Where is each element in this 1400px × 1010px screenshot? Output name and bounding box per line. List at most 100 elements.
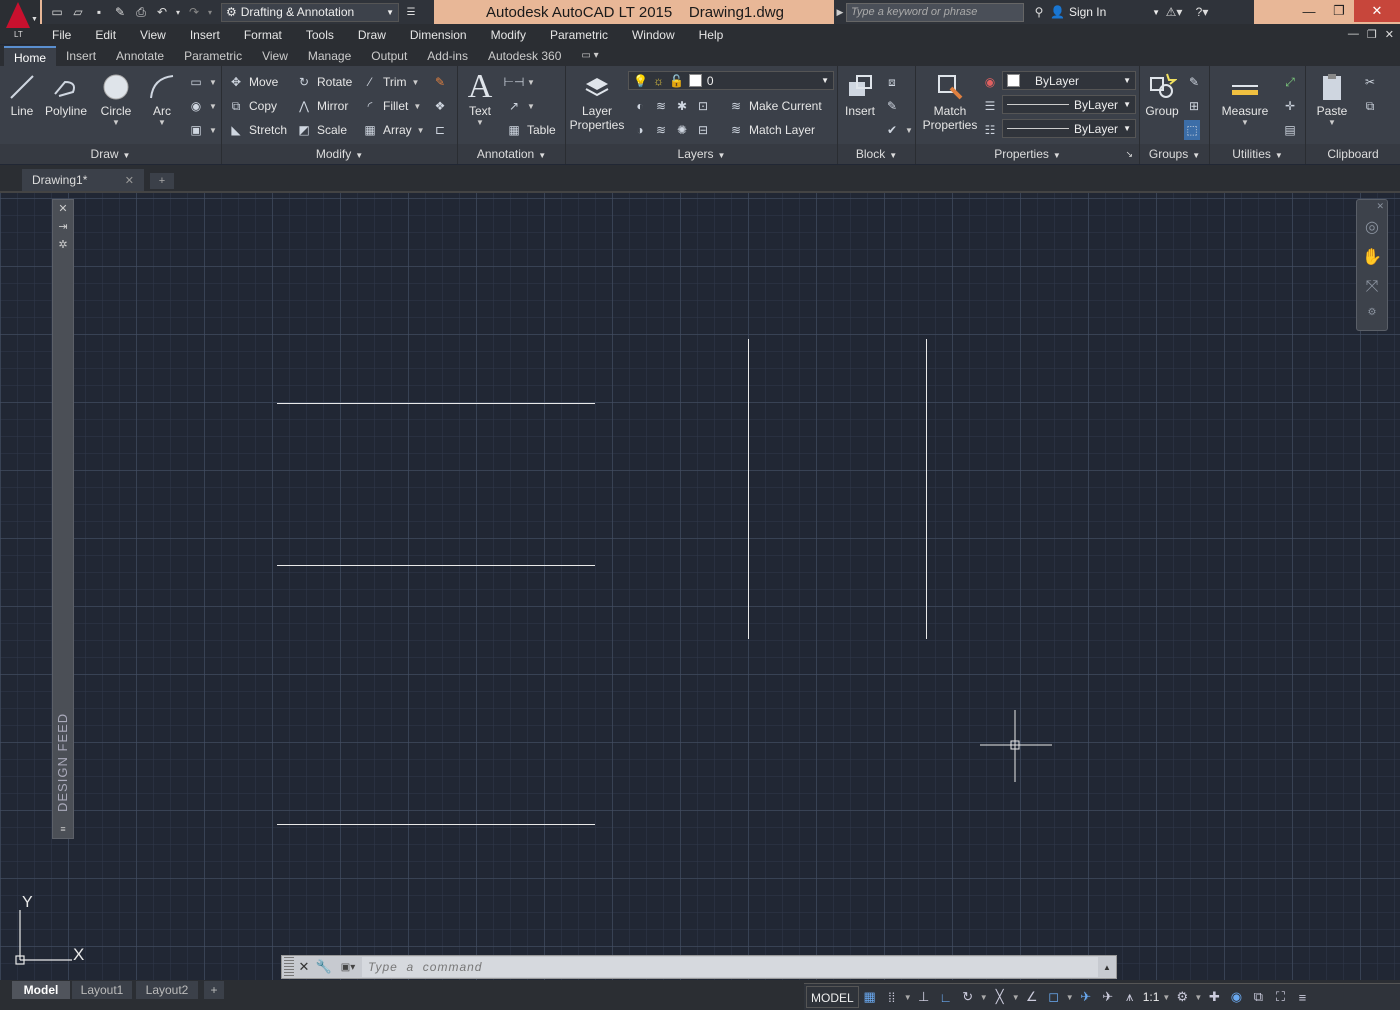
tab-annotate[interactable]: Annotate — [106, 46, 174, 66]
doc-minimize-icon[interactable]: — — [1348, 28, 1359, 41]
offset-button[interactable]: ⊏ — [432, 120, 448, 140]
doc-close-icon[interactable]: ✕ — [1385, 28, 1394, 41]
exchange-apps-icon[interactable]: ⚠▾ — [1160, 5, 1188, 19]
dimension-button[interactable]: ⊢⊣ ▼ — [504, 72, 535, 92]
annotation-scale-icon[interactable]: ⩚ — [1119, 986, 1141, 1008]
edit-attributes-button[interactable]: ✔ ▼ — [884, 120, 913, 140]
expand-search-icon[interactable]: ▶ — [834, 7, 846, 18]
menu-help[interactable]: Help — [687, 28, 736, 42]
new-layout-tab-button[interactable]: + — [204, 981, 224, 999]
layer-properties-button[interactable]: Layer Properties — [568, 70, 626, 132]
chevron-down-icon[interactable]: ▼ — [903, 993, 913, 1002]
menu-dimension[interactable]: Dimension — [398, 28, 479, 42]
make-current-button[interactable]: ≋ Make Current — [728, 96, 822, 116]
layer-on-icon[interactable]: ◑ — [632, 122, 648, 138]
isolate-objects-icon[interactable]: ⧉ — [1247, 986, 1269, 1008]
dialog-launcher-icon[interactable]: ↘ — [1125, 144, 1133, 164]
panel-title-properties[interactable]: Properties ▼ ↘ — [916, 144, 1139, 164]
menu-edit[interactable]: Edit — [83, 28, 128, 42]
customize-qat-icon[interactable]: ☰ — [402, 3, 420, 21]
layer-dropdown[interactable]: 💡 ☼ 🔓 0 ▼ — [628, 71, 834, 90]
restore-icon[interactable]: ❐ — [1324, 0, 1354, 22]
tab-layout1[interactable]: Layout1 — [72, 981, 132, 999]
auto-scale-icon[interactable]: ✈ — [1097, 986, 1119, 1008]
chevron-down-icon[interactable]: ▼ — [1065, 993, 1075, 1002]
command-prompt-icon[interactable]: ▣▾ — [334, 958, 362, 976]
tab-insert[interactable]: Insert — [56, 46, 106, 66]
fillet-button[interactable]: ◜ Fillet ▼ — [362, 96, 422, 116]
menu-insert[interactable]: Insert — [178, 28, 232, 42]
panel-title-layers[interactable]: Layers ▼ — [566, 144, 837, 164]
chevron-down-icon[interactable]: ▼ — [1193, 993, 1203, 1002]
menu-window[interactable]: Window — [620, 28, 687, 42]
layer-lock-icon[interactable]: ⊡ — [695, 98, 711, 114]
panel-title-block[interactable]: Block ▼ — [838, 144, 915, 164]
pan-hand-icon[interactable]: ✋ — [1357, 242, 1387, 272]
drawn-line-horizontal[interactable] — [277, 565, 595, 566]
match-layer-button[interactable]: ≋ Match Layer — [728, 120, 815, 140]
grid-icon[interactable]: ▦ — [859, 986, 881, 1008]
line-button[interactable]: Line — [0, 70, 44, 118]
polyline-button[interactable]: Polyline — [44, 70, 88, 118]
layer-thaw-icon[interactable]: ✺ — [674, 122, 690, 138]
panel-title-draw[interactable]: Draw ▼ — [0, 144, 221, 164]
annotation-monitor-icon[interactable]: ✚ — [1203, 986, 1225, 1008]
cut-button[interactable]: ✂ — [1362, 72, 1378, 92]
polar-tracking-icon[interactable]: ↻ — [957, 986, 979, 1008]
close-icon[interactable]: ✕ — [1354, 0, 1400, 22]
search-input[interactable] — [846, 2, 1024, 22]
palette-menu-icon[interactable]: ≡ — [53, 824, 73, 834]
annotation-visibility-icon[interactable]: ✈ — [1075, 986, 1097, 1008]
edit-block-button[interactable]: ✎ — [884, 96, 900, 116]
text-button[interactable]: A Text ▼ — [458, 68, 502, 127]
tab-add-ins[interactable]: Add-ins — [417, 46, 478, 66]
linetype-dropdown[interactable]: ByLayer ▼ — [1002, 119, 1136, 138]
redo-dropdown-icon[interactable]: ▾ — [206, 3, 214, 21]
menu-draw[interactable]: Draw — [346, 28, 398, 42]
doc-restore-icon[interactable]: ❐ — [1367, 28, 1377, 41]
undo-dropdown-icon[interactable]: ▾ — [174, 3, 182, 21]
circle-button[interactable]: Circle ▼ — [94, 70, 138, 127]
layer-unlock-icon[interactable]: ⊟ — [695, 122, 711, 138]
application-menu-button[interactable]: LT ▼ — [0, 0, 40, 44]
sign-in-button[interactable]: 👤 Sign In ▼ — [1050, 5, 1160, 19]
id-point-button[interactable]: ✛ — [1282, 96, 1298, 116]
orbit-icon[interactable]: ⚙ — [1357, 302, 1387, 322]
chevron-down-icon[interactable]: ▼ — [458, 118, 502, 127]
binoculars-icon[interactable]: ⚲ — [1028, 5, 1050, 19]
panel-title-utilities[interactable]: Utilities ▼ — [1210, 144, 1305, 164]
drawing-canvas[interactable] — [0, 191, 1400, 980]
chevron-down-icon[interactable]: ▼ — [1310, 118, 1354, 127]
open-folder-icon[interactable]: ▱ — [69, 3, 87, 21]
paste-button[interactable]: Paste ▼ — [1310, 70, 1354, 127]
tab-view[interactable]: View — [252, 46, 298, 66]
command-history-icon[interactable]: ▲ — [1098, 963, 1116, 972]
model-space-button[interactable]: MODEL — [806, 986, 859, 1008]
group-selection-toggle[interactable]: ⬚ — [1184, 120, 1200, 140]
drawn-line-vertical[interactable] — [748, 339, 749, 639]
layer-freeze-icon[interactable]: ✱ — [674, 98, 690, 114]
wrench-icon[interactable]: 🔧 — [314, 957, 334, 977]
zoom-extents-icon[interactable]: ⤧ — [1357, 272, 1387, 302]
quick-select-button[interactable]: ⤢ — [1282, 72, 1298, 92]
copy-clip-button[interactable]: ⧉ — [1362, 96, 1378, 116]
snap-icon[interactable]: ⁞⁞ — [881, 986, 903, 1008]
layer-off-icon[interactable]: ◐ — [632, 98, 648, 114]
hatch-button[interactable]: ◉ ▼ — [188, 96, 217, 116]
print-icon[interactable]: ⎙ — [132, 3, 150, 21]
hardware-acceleration-icon[interactable]: ◉ — [1225, 986, 1247, 1008]
copy-button[interactable]: ⧉ Copy — [228, 96, 277, 116]
drawn-line-horizontal[interactable] — [277, 403, 595, 404]
tab-home[interactable]: Home — [4, 46, 57, 66]
explode-button[interactable]: ❖ — [432, 96, 448, 116]
command-input[interactable] — [362, 957, 1098, 977]
ungroup-button[interactable]: ✎ — [1186, 72, 1202, 92]
steering-wheel-icon[interactable]: ◎ — [1357, 212, 1387, 242]
clean-screen-icon[interactable]: ⛶ — [1269, 986, 1291, 1008]
chevron-down-icon[interactable]: ▼ — [1214, 118, 1276, 127]
panel-title-annotation[interactable]: Annotation ▼ — [458, 144, 565, 164]
chevron-down-icon[interactable]: ▼ — [979, 993, 989, 1002]
drag-grip-icon[interactable] — [284, 957, 294, 977]
move-button[interactable]: ✥ Move — [228, 72, 278, 92]
new-file-icon[interactable]: ▭ — [48, 3, 66, 21]
